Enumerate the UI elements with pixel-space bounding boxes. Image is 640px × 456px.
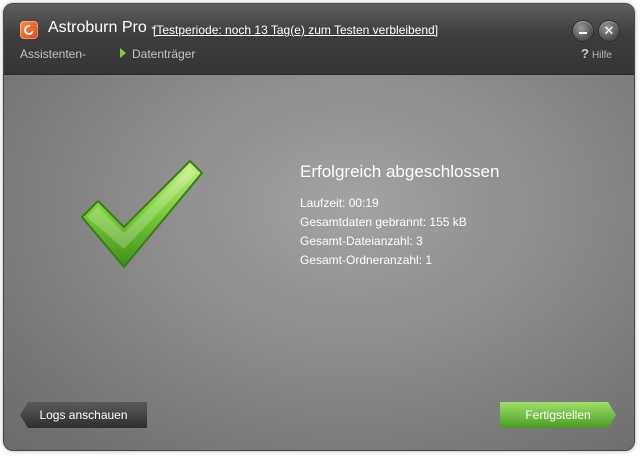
stat-data-burned: Gesamtdaten gebrannt: 155 kB [300, 215, 467, 229]
result-title: Erfolgreich abgeschlossen [300, 162, 500, 181]
breadcrumb-step-disc-label: Datenträger [132, 47, 196, 61]
finish-button[interactable]: Fertigstellen [500, 402, 616, 428]
app-title: Astroburn Pro - [48, 19, 157, 36]
checkmark-icon [81, 160, 203, 268]
breadcrumb-arrow-icon [120, 48, 126, 58]
close-button[interactable]: ✕ [599, 21, 619, 41]
minimize-icon [579, 32, 587, 34]
stat-runtime: Laufzeit: 00:19 [300, 196, 379, 210]
help-button[interactable]: ? Hilfe [581, 46, 612, 61]
stat-folder-count: Gesamt-Ordneranzahl: 1 [300, 253, 433, 267]
view-logs-button[interactable]: Logs anschauen [20, 402, 147, 428]
trial-notice-link[interactable]: [Testperiode: noch 13 Tag(e) zum Testen … [153, 23, 438, 37]
app-window: Astroburn Pro - [Testperiode: noch 13 Ta… [4, 4, 634, 450]
breadcrumb-step-disc[interactable]: Datenträger [120, 47, 195, 61]
title-bar: Astroburn Pro - [Testperiode: noch 13 Ta… [4, 4, 634, 75]
help-label: Hilfe [591, 50, 612, 61]
minimize-button[interactable] [573, 21, 593, 41]
content-area: Erfolgreich abgeschlossen Laufzeit: 00:1… [4, 75, 634, 450]
breadcrumb-step-wizard[interactable]: Assistenten- [20, 47, 86, 61]
astroburn-logo-icon [20, 21, 38, 39]
stat-file-count: Gesamt-Dateianzahl: 3 [300, 234, 423, 248]
question-mark-icon: ? [581, 46, 589, 61]
close-icon: ✕ [603, 23, 615, 38]
